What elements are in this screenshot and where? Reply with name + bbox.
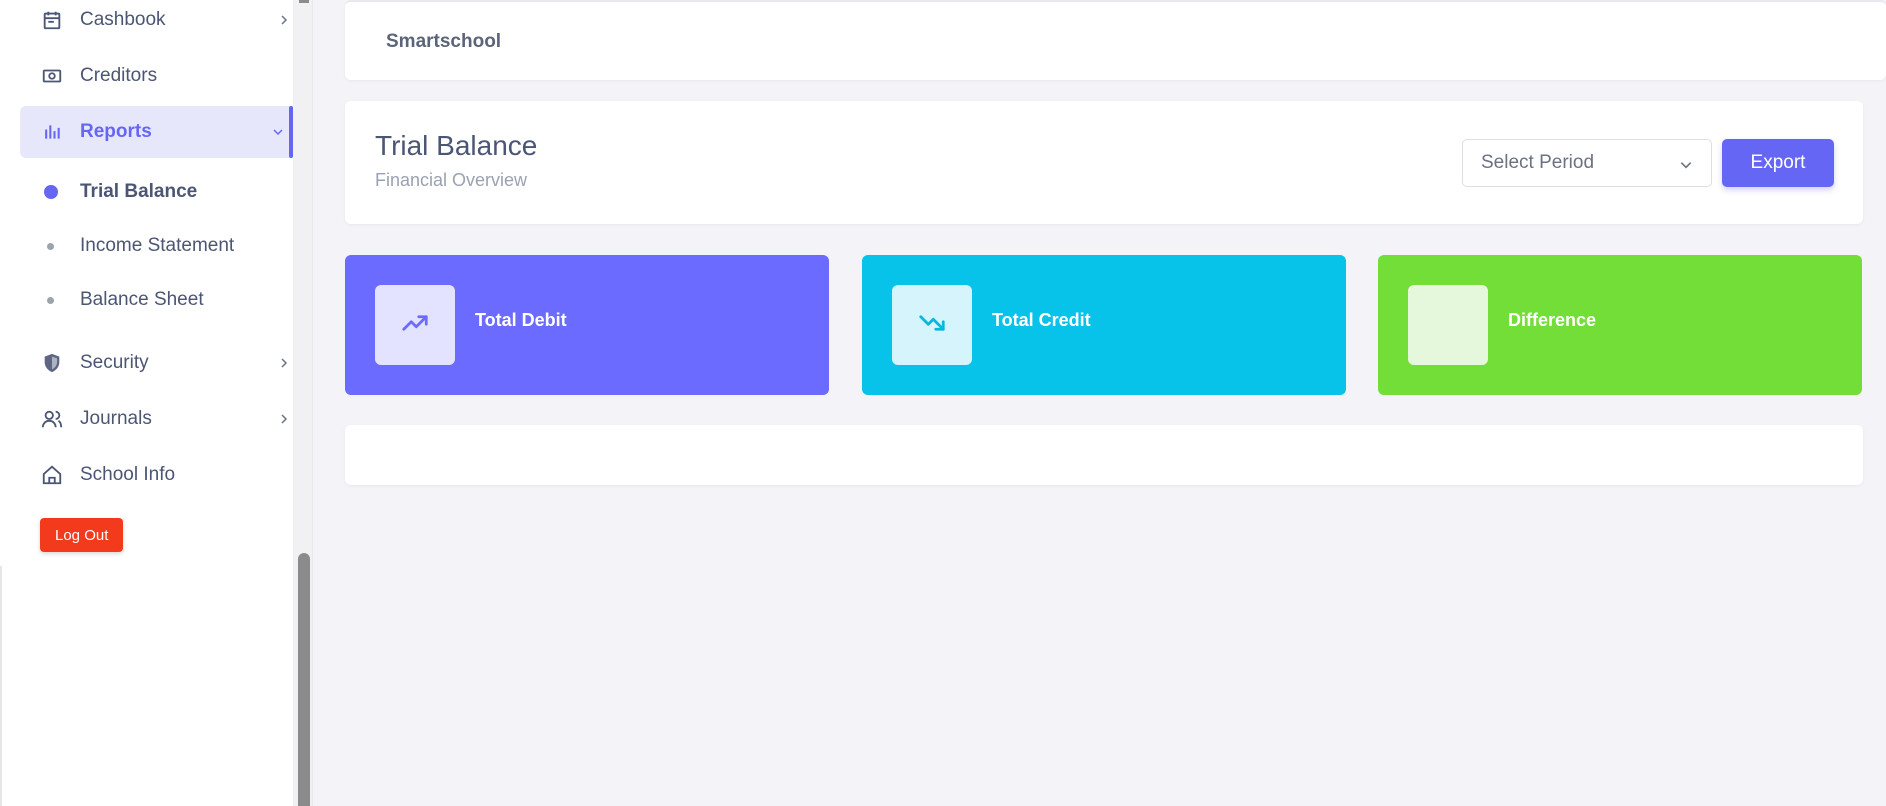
sidebar-item-cashbook[interactable]: Cashbook (20, 0, 293, 45)
money-icon (40, 64, 64, 88)
stat-icon-box (375, 285, 455, 365)
logout-button[interactable]: Log Out (40, 518, 124, 552)
sidebar-item-label: Creditors (80, 65, 158, 86)
scrollbar-thumb[interactable] (298, 553, 310, 806)
chevron-right-icon (277, 356, 291, 370)
sidebar-item-label: School Info (80, 464, 176, 485)
stat-label: Total Credit (992, 310, 1091, 330)
users-icon (40, 407, 64, 431)
sidebar-item-security[interactable]: Security (20, 338, 293, 388)
sidebar-item-reports[interactable]: Reports (20, 106, 293, 158)
sidebar-empty-area (0, 566, 293, 806)
sidebar-item-journals[interactable]: Journals (20, 394, 293, 444)
content-card (345, 425, 1863, 485)
stat-label: Difference (1508, 310, 1597, 330)
sidebar-item-creditors[interactable]: Creditors (20, 51, 293, 101)
stat-card-total-debit: Total Debit (345, 255, 829, 395)
trending-up-icon (400, 308, 430, 343)
period-select-value: Select Period (1481, 152, 1595, 173)
period-select[interactable]: Select Period (1462, 139, 1712, 187)
calendar-icon (40, 8, 64, 32)
chevron-down-icon (1679, 156, 1693, 170)
chevron-right-icon (277, 13, 291, 27)
trending-down-icon (917, 308, 947, 343)
subnav-label: Income Statement (80, 235, 235, 256)
stat-card-total-credit: Total Credit (862, 255, 1346, 395)
sidebar-item-label: Reports (80, 121, 152, 142)
bullet-icon (47, 242, 54, 250)
subnav-label: Trial Balance (80, 181, 198, 202)
bullet-icon (44, 185, 58, 199)
sidebar: Cashbook Creditors Reports Trial Balance… (0, 0, 293, 566)
bar-chart-icon (40, 120, 64, 144)
stat-label: Total Debit (475, 310, 567, 330)
shield-icon (40, 351, 64, 375)
sidebar-item-label: Security (80, 352, 149, 373)
scrollbar-top-marker (299, 0, 309, 3)
sidebar-item-school-info[interactable]: School Info (20, 450, 293, 500)
chevron-right-icon (277, 412, 291, 426)
page-title: Trial Balance (375, 130, 538, 161)
subnav-label: Balance Sheet (80, 289, 204, 310)
stat-icon-box (1408, 285, 1488, 365)
home-icon (40, 463, 64, 487)
top-bar: Smartschool (345, 0, 1886, 80)
subnav-item-balance-sheet[interactable]: Balance Sheet (40, 285, 204, 315)
page-header: Trial Balance Financial Overview Select … (345, 101, 1863, 224)
subnav-item-trial-balance[interactable]: Trial Balance (40, 177, 197, 207)
page-subtitle: Financial Overview (375, 170, 528, 190)
sidebar-item-label: Journals (80, 408, 152, 429)
export-button[interactable]: Export (1722, 139, 1834, 187)
chevron-down-icon (271, 125, 285, 139)
brand-name: Smartschool (386, 31, 502, 52)
stat-icon-box (892, 285, 972, 365)
bullet-icon (47, 296, 54, 304)
stat-card-difference: Difference (1378, 255, 1862, 395)
subnav-item-income-statement[interactable]: Income Statement (40, 231, 234, 261)
sidebar-item-label: Cashbook (80, 9, 166, 30)
